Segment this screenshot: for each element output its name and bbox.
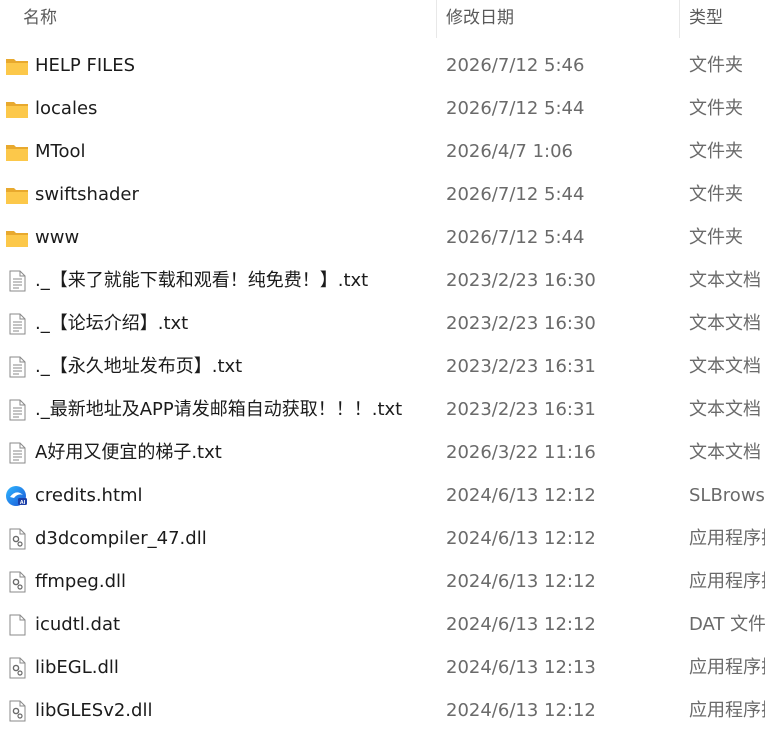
- file-type: SLBrowser: [689, 485, 765, 506]
- file-type: 文件夹: [689, 227, 743, 248]
- file-type: 文件夹: [689, 184, 743, 205]
- modified-date: 2026/3/22 11:16: [446, 442, 596, 463]
- browser-html-icon: AI: [5, 485, 29, 507]
- modified-date: 2026/4/7 1:06: [446, 141, 573, 162]
- file-name: MTool: [35, 141, 86, 162]
- dll-file-icon: [5, 700, 29, 722]
- file-row[interactable]: AI credits.html 2024/6/13 12:12 SLBrowser: [0, 474, 765, 517]
- modified-date: 2026/7/12 5:44: [446, 98, 585, 119]
- file-type: 文本文档: [689, 270, 761, 291]
- folder-icon: [5, 227, 29, 249]
- file-row[interactable]: ._【来了就能下载和观看！纯免费！】.txt 2023/2/23 16:30 文本文…: [0, 259, 765, 302]
- modified-date: 2024/6/13 12:12: [446, 485, 596, 506]
- file-row[interactable]: ._【永久地址发布页】.txt 2023/2/23 16:31 文本文档: [0, 345, 765, 388]
- file-type: 文本文档: [689, 399, 761, 420]
- column-divider[interactable]: [436, 0, 437, 38]
- file-type: 文本文档: [689, 313, 761, 334]
- modified-date: 2024/6/13 12:13: [446, 657, 596, 678]
- modified-date: 2023/2/23 16:30: [446, 313, 596, 334]
- file-type: 文件夹: [689, 55, 743, 76]
- folder-icon: [5, 98, 29, 120]
- column-header: 名称 ˄ 修改日期 类型: [0, 0, 765, 38]
- modified-date: 2024/6/13 12:12: [446, 528, 596, 549]
- modified-date: 2024/6/13 12:12: [446, 614, 596, 635]
- modified-date: 2026/7/12 5:44: [446, 184, 585, 205]
- file-name: ffmpeg.dll: [35, 571, 127, 592]
- dll-file-icon: [5, 657, 29, 679]
- file-name: swiftshader: [35, 184, 139, 205]
- file-row[interactable]: ._最新地址及APP请发邮箱自动获取！！！.txt 2023/2/23 16:31…: [0, 388, 765, 431]
- modified-date: 2026/7/12 5:44: [446, 227, 585, 248]
- file-type: 应用程序扩展: [689, 700, 765, 721]
- modified-date: 2024/6/13 12:12: [446, 700, 596, 721]
- file-name: A好用又便宜的梯子.txt: [35, 442, 222, 463]
- file-row[interactable]: ._【论坛介绍】.txt 2023/2/23 16:30 文本文档: [0, 302, 765, 345]
- file-name: HELP FILES: [35, 55, 136, 76]
- folder-icon: [5, 55, 29, 77]
- file-name: www: [35, 227, 80, 248]
- file-type: 文件夹: [689, 98, 743, 119]
- file-name: libGLESv2.dll: [35, 700, 153, 721]
- column-header-type[interactable]: 类型: [689, 0, 723, 38]
- modified-date: 2023/2/23 16:30: [446, 270, 596, 291]
- text-file-icon: [5, 356, 29, 378]
- modified-date: 2024/6/13 12:12: [446, 571, 596, 592]
- modified-date: 2026/7/12 5:46: [446, 55, 585, 76]
- file-row[interactable]: icudtl.dat 2024/6/13 12:12 DAT 文件: [0, 603, 765, 646]
- dll-file-icon: [5, 528, 29, 550]
- file-row[interactable]: locales 2026/7/12 5:44 文件夹: [0, 87, 765, 130]
- file-row[interactable]: A好用又便宜的梯子.txt 2026/3/22 11:16 文本文档: [0, 431, 765, 474]
- file-type: 文本文档: [689, 356, 761, 377]
- file-name: libEGL.dll: [35, 657, 119, 678]
- file-name: credits.html: [35, 485, 143, 506]
- text-file-icon: [5, 399, 29, 421]
- folder-icon: [5, 184, 29, 206]
- column-header-name[interactable]: 名称: [23, 0, 57, 38]
- blank-file-icon: [5, 614, 29, 636]
- file-name: d3dcompiler_47.dll: [35, 528, 207, 549]
- file-list: HELP FILES 2026/7/12 5:46 文件夹 locales 2026/7…: [0, 44, 765, 732]
- file-name: ._最新地址及APP请发邮箱自动获取！！！.txt: [35, 399, 403, 420]
- file-name: icudtl.dat: [35, 614, 121, 635]
- svg-text:AI: AI: [20, 500, 26, 506]
- text-file-icon: [5, 313, 29, 335]
- file-row[interactable]: swiftshader 2026/7/12 5:44 文件夹: [0, 173, 765, 216]
- dll-file-icon: [5, 571, 29, 593]
- text-file-icon: [5, 442, 29, 464]
- file-type: DAT 文件: [689, 614, 765, 635]
- file-row[interactable]: HELP FILES 2026/7/12 5:46 文件夹: [0, 44, 765, 87]
- modified-date: 2023/2/23 16:31: [446, 399, 596, 420]
- file-row[interactable]: ffmpeg.dll 2024/6/13 12:12 应用程序扩展: [0, 560, 765, 603]
- file-name: ._【永久地址发布页】.txt: [35, 356, 243, 377]
- file-row[interactable]: MTool 2026/4/7 1:06 文件夹: [0, 130, 765, 173]
- modified-date: 2023/2/23 16:31: [446, 356, 596, 377]
- file-type: 文本文档: [689, 442, 761, 463]
- sort-chevron-icon: ˄: [218, 0, 224, 8]
- file-row[interactable]: d3dcompiler_47.dll 2024/6/13 12:12 应用程序扩展: [0, 517, 765, 560]
- column-divider[interactable]: [679, 0, 680, 38]
- file-row[interactable]: www 2026/7/12 5:44 文件夹: [0, 216, 765, 259]
- file-type: 应用程序扩展: [689, 528, 765, 549]
- file-name: locales: [35, 98, 98, 119]
- folder-icon: [5, 141, 29, 163]
- file-type: 应用程序扩展: [689, 657, 765, 678]
- file-type: 应用程序扩展: [689, 571, 765, 592]
- column-header-date[interactable]: 修改日期: [446, 0, 514, 38]
- file-name: ._【论坛介绍】.txt: [35, 313, 189, 334]
- file-row[interactable]: libEGL.dll 2024/6/13 12:13 应用程序扩展: [0, 646, 765, 689]
- text-file-icon: [5, 270, 29, 292]
- file-row[interactable]: libGLESv2.dll 2024/6/13 12:12 应用程序扩展: [0, 689, 765, 732]
- file-type: 文件夹: [689, 141, 743, 162]
- file-name: ._【来了就能下载和观看！纯免费！】.txt: [35, 270, 369, 291]
